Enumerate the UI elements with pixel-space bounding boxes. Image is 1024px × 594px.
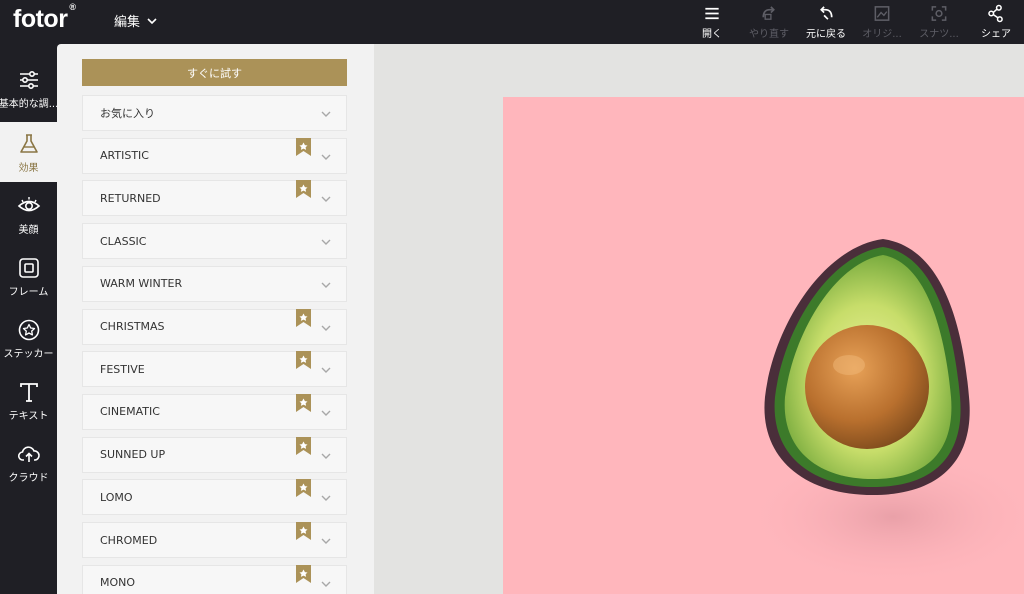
open-button[interactable]: 開く	[683, 4, 741, 40]
chevron-down-icon	[321, 495, 331, 502]
effect-category-label: CHRISTMAS	[100, 320, 165, 333]
undo-label: 元に戻る	[806, 29, 846, 40]
photo-preview[interactable]	[503, 97, 1024, 594]
top-bar: fotor ® 編集 開く やり直す 元に戻る オリジ... スナツ... シェア	[0, 0, 1024, 44]
premium-bookmark-icon	[296, 564, 311, 583]
undo-icon	[820, 6, 833, 20]
original-label: オリジ...	[862, 29, 902, 40]
rail-item-stickers[interactable]: ステッカー	[0, 308, 57, 368]
rail-item-label: 基本的な調...	[0, 99, 59, 110]
frame-icon	[18, 258, 39, 278]
effect-category-row[interactable]: RETURNED	[82, 180, 347, 217]
premium-bookmark-icon	[296, 393, 311, 412]
effect-category-row[interactable]: MONO	[82, 564, 347, 594]
chevron-down-icon	[321, 367, 331, 374]
effect-category-label: LOMO	[100, 490, 133, 504]
snapshot-icon	[931, 6, 947, 21]
effect-category-row[interactable]: CHROMED	[82, 522, 347, 558]
star-circle-icon	[18, 319, 39, 341]
chevron-down-icon	[321, 453, 331, 459]
effect-category-label: お気に入り	[100, 107, 155, 120]
rail-item-cloud[interactable]: クラウド	[0, 432, 57, 492]
open-label: 開く	[702, 29, 722, 40]
cloud-upload-icon	[17, 446, 40, 462]
chevron-down-icon	[321, 196, 331, 203]
effect-category-row[interactable]: CINEMATIC	[82, 393, 347, 430]
effect-category-row[interactable]: FESTIVE	[82, 351, 347, 388]
try-now-button[interactable]: すぐに試す	[82, 59, 347, 86]
chevron-down-icon	[147, 17, 157, 24]
effects-panel: すぐに試す お気に入り ARTISTIC RETURNED CLASSIC WARM W…	[57, 44, 374, 594]
text-t-icon	[19, 383, 38, 402]
edit-menu-label: 編集	[114, 15, 141, 30]
effect-category-label: ARTISTIC	[100, 149, 149, 163]
premium-bookmark-icon	[296, 351, 311, 370]
image-compare-icon	[874, 6, 890, 21]
effect-category-row[interactable]: CLASSIC	[82, 223, 347, 260]
effect-category-label: CINEMATIC	[100, 405, 160, 419]
effect-category-row[interactable]: LOMO	[82, 479, 347, 516]
share-button[interactable]: シェア	[967, 4, 1024, 40]
premium-bookmark-icon	[296, 180, 311, 199]
chevron-down-icon	[321, 538, 331, 544]
sliders-icon	[19, 70, 38, 90]
flask-icon	[19, 134, 38, 153]
rail-item-label: フレーム	[8, 287, 49, 298]
premium-bookmark-icon	[296, 479, 311, 498]
hamburger-menu-icon	[705, 7, 719, 20]
chevron-down-icon	[321, 581, 331, 587]
chevron-down-icon	[321, 410, 331, 416]
redo-label: やり直す	[749, 29, 789, 40]
rail-item-effects[interactable]: 効果	[0, 122, 57, 182]
chevron-down-icon	[321, 325, 331, 331]
rail-item-basic-adjust[interactable]: 基本的な調...	[0, 58, 59, 118]
redo-icon	[762, 6, 775, 20]
premium-bookmark-icon	[296, 137, 311, 156]
rail-item-label: テキスト	[8, 411, 49, 422]
left-rail: 基本的な調... 効果 美顔 フレーム ステッカー テキスト クラウド	[0, 44, 59, 594]
editor-canvas[interactable]	[374, 44, 1024, 594]
fotor-logo[interactable]: fotor ®	[13, 1, 76, 34]
snapshot-button[interactable]: スナツ...	[910, 4, 968, 40]
avocado-photo	[743, 239, 1024, 587]
eye-icon	[17, 197, 40, 212]
chevron-down-icon	[321, 111, 331, 117]
rail-item-label: ステッカー	[3, 349, 54, 360]
rail-item-text[interactable]: テキスト	[0, 370, 57, 430]
effect-category-label: CLASSIC	[100, 234, 147, 248]
effect-category-label: CHROMED	[100, 533, 158, 547]
effect-category-label: RETURNED	[100, 191, 161, 205]
effect-category-row[interactable]: ARTISTIC	[82, 137, 347, 174]
share-label: シェア	[981, 29, 1011, 40]
snapshot-label: スナツ...	[919, 29, 959, 40]
effect-category-label: MONO	[100, 576, 136, 590]
original-button[interactable]: オリジ...	[853, 4, 911, 40]
effect-category-label: WARM WINTER	[100, 277, 183, 291]
rail-item-label: クラウド	[8, 473, 49, 484]
logo-text: fotor	[13, 5, 68, 33]
premium-bookmark-icon	[296, 522, 311, 540]
premium-bookmark-icon	[296, 308, 311, 327]
effect-category-row[interactable]: SUNNED UP	[82, 436, 347, 473]
rail-item-label: 効果	[18, 163, 39, 174]
undo-button[interactable]: 元に戻る	[797, 4, 855, 40]
rail-item-beauty[interactable]: 美顔	[0, 184, 57, 244]
effect-category-row[interactable]: お気に入り	[82, 95, 347, 131]
chevron-down-icon	[321, 154, 331, 160]
effect-category-row[interactable]: CHRISTMAS	[82, 308, 347, 345]
share-icon	[988, 4, 1003, 23]
redo-button[interactable]: やり直す	[740, 4, 798, 40]
edit-menu-dropdown[interactable]: 編集	[114, 11, 158, 30]
logo-registered-mark: ®	[69, 1, 76, 12]
chevron-down-icon	[321, 282, 331, 288]
chevron-down-icon	[321, 239, 331, 246]
premium-bookmark-icon	[296, 436, 311, 455]
effect-category-label: FESTIVE	[100, 362, 145, 376]
rail-item-label: 美顔	[18, 225, 39, 236]
effect-category-row[interactable]: WARM WINTER	[82, 265, 347, 302]
rail-item-frames[interactable]: フレーム	[0, 246, 57, 306]
effect-category-label: SUNNED UP	[100, 448, 166, 462]
